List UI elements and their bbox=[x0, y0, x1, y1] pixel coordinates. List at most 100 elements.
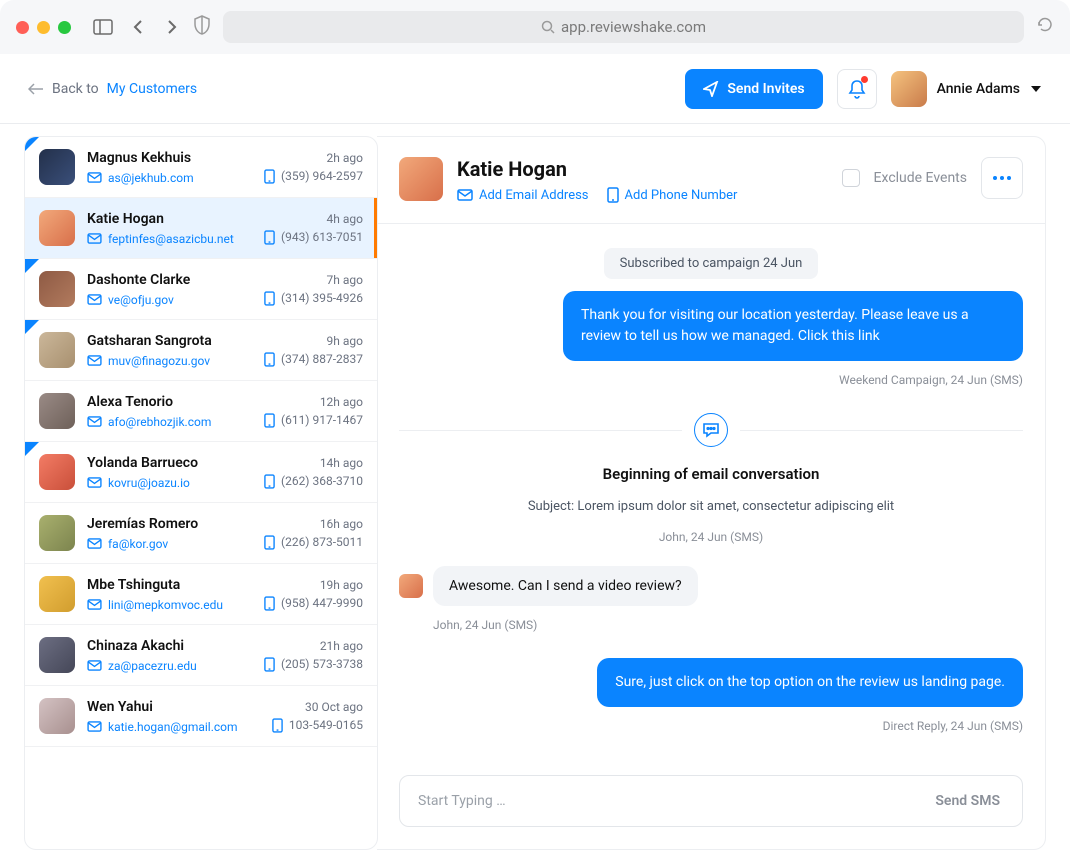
customer-name: Wen Yahui bbox=[87, 698, 260, 716]
customer-list-item[interactable]: Alexa Tenorioafo@rebhozjik.com12h ago(61… bbox=[25, 381, 377, 442]
customer-phone: (205) 573-3738 bbox=[264, 657, 363, 672]
customer-list-item[interactable]: Gatsharan Sangrota muv@finagozu.gov 9h ago… bbox=[25, 320, 377, 381]
add-phone-link[interactable]: Add Phone Number bbox=[607, 187, 738, 203]
customer-avatar bbox=[39, 393, 75, 429]
customer-phone: (314) 395-4926 bbox=[264, 291, 363, 306]
reload-icon[interactable] bbox=[1036, 16, 1054, 38]
minimize-window[interactable] bbox=[37, 21, 50, 34]
send-invites-button[interactable]: Send Invites bbox=[685, 69, 822, 109]
customer-time: 9h ago bbox=[327, 334, 363, 348]
conversation-subject: Subject: Lorem ipsum dolor sit amet, con… bbox=[399, 499, 1023, 514]
customer-email: feptinfes@asazicbu.net bbox=[87, 232, 252, 246]
customer-avatar bbox=[39, 149, 75, 185]
back-link[interactable]: My Customers bbox=[107, 81, 197, 97]
mail-icon bbox=[87, 721, 102, 732]
back-icon[interactable] bbox=[133, 19, 145, 35]
customer-time: 2h ago bbox=[327, 151, 363, 165]
customer-name: Mbe Tshinguta bbox=[87, 576, 252, 594]
customer-name: Katie Hogan bbox=[87, 210, 252, 228]
mail-icon bbox=[87, 172, 102, 183]
browser-chrome: app.reviewshake.com bbox=[0, 0, 1070, 54]
user-menu[interactable]: Annie Adams bbox=[891, 71, 1042, 107]
customer-phone: (262) 368-3710 bbox=[264, 474, 363, 489]
customer-list-item[interactable]: Dashonte Clarke ve@ofju.gov 7h ago (314) 39… bbox=[25, 259, 377, 320]
customer-name: Dashonte Clarke bbox=[87, 271, 252, 289]
shield-icon[interactable] bbox=[193, 15, 211, 39]
customer-time: 30 Oct ago bbox=[305, 700, 363, 714]
phone-icon bbox=[264, 291, 275, 306]
notifications-button[interactable] bbox=[837, 69, 877, 109]
mail-icon bbox=[87, 233, 102, 244]
conversation-start-title: Beginning of email conversation bbox=[399, 465, 1023, 483]
customer-email: kovru@joazu.io bbox=[87, 476, 252, 490]
customer-email: as@jekhub.com bbox=[87, 171, 252, 185]
customer-list: Magnus Kekhuis as@jekhub.com 2h ago (359) 9… bbox=[24, 136, 378, 850]
phone-icon bbox=[264, 596, 275, 611]
customer-time: 12h ago bbox=[320, 395, 363, 409]
customer-list-item[interactable]: Yolanda Barrueco kovru@joazu.io 14h ago (26… bbox=[25, 442, 377, 503]
conversation-avatar bbox=[399, 157, 443, 201]
mail-icon bbox=[87, 416, 102, 427]
send-sms-button[interactable]: Send SMS bbox=[919, 781, 1016, 821]
phone-icon bbox=[264, 657, 275, 672]
customer-list-item[interactable]: Katie Hogan feptinfes@asazicbu.net 4h ago (… bbox=[25, 198, 377, 259]
url-text: app.reviewshake.com bbox=[561, 18, 706, 36]
phone-icon bbox=[264, 230, 275, 245]
sidebar-toggle-icon[interactable] bbox=[93, 19, 113, 35]
user-name: Annie Adams bbox=[937, 81, 1020, 97]
customer-phone: (611) 917-1467 bbox=[264, 413, 363, 428]
customer-time: 19h ago bbox=[320, 578, 363, 592]
mail-icon bbox=[87, 660, 102, 671]
breadcrumb[interactable]: Back to My Customers bbox=[28, 81, 197, 97]
chat-icon bbox=[694, 413, 728, 447]
customer-phone: (943) 613-7051 bbox=[264, 230, 363, 245]
customer-phone: (359) 964-2597 bbox=[264, 169, 363, 184]
customer-time: 21h ago bbox=[320, 639, 363, 653]
customer-email: muv@finagozu.gov bbox=[87, 354, 252, 368]
customer-avatar bbox=[39, 576, 75, 612]
customer-avatar bbox=[39, 271, 75, 307]
window-controls bbox=[16, 21, 71, 34]
maximize-window[interactable] bbox=[58, 21, 71, 34]
customer-avatar bbox=[39, 637, 75, 673]
customer-email: ve@ofju.gov bbox=[87, 293, 252, 307]
customer-time: 4h ago bbox=[327, 212, 363, 226]
message-list: Subscribed to campaign 24 Jun Thank you … bbox=[377, 224, 1045, 759]
customer-name: Yolanda Barrueco bbox=[87, 454, 252, 472]
mail-icon bbox=[87, 538, 102, 549]
customer-name: Chinaza Akachi bbox=[87, 637, 252, 655]
mail-icon bbox=[87, 477, 102, 488]
add-email-link[interactable]: Add Email Address bbox=[457, 187, 589, 203]
customer-list-item[interactable]: Jeremías Romerofa@kor.gov16h ago(226) 87… bbox=[25, 503, 377, 564]
customer-avatar bbox=[39, 698, 75, 734]
customer-email: lini@mepkomvoc.edu bbox=[87, 598, 252, 612]
customer-email: fa@kor.gov bbox=[87, 537, 252, 551]
customer-list-item[interactable]: Wen Yahuikatie.hogan@gmail.com30 Oct ago… bbox=[25, 686, 377, 747]
customer-time: 16h ago bbox=[320, 517, 363, 531]
customer-list-item[interactable]: Magnus Kekhuis as@jekhub.com 2h ago (359) 9… bbox=[25, 137, 377, 198]
notification-badge bbox=[861, 76, 868, 83]
incoming-message: Awesome. Can I send a video review? bbox=[433, 566, 698, 606]
forward-icon[interactable] bbox=[165, 19, 177, 35]
customer-time: 14h ago bbox=[320, 456, 363, 470]
conversation-start-meta: John, 24 Jun (SMS) bbox=[399, 530, 1023, 544]
exclude-events-checkbox[interactable] bbox=[842, 169, 860, 187]
customer-avatar bbox=[39, 210, 75, 246]
customer-list-item[interactable]: Chinaza Akachi za@pacezru.edu 21h ago (205)… bbox=[25, 625, 377, 686]
system-event-pill: Subscribed to campaign 24 Jun bbox=[604, 248, 819, 279]
customer-list-item[interactable]: Mbe Tshingutalini@mepkomvoc.edu19h ago(9… bbox=[25, 564, 377, 625]
customer-name: Gatsharan Sangrota bbox=[87, 332, 252, 350]
phone-icon bbox=[264, 413, 275, 428]
customer-name: Alexa Tenorio bbox=[87, 393, 252, 411]
customer-time: 7h ago bbox=[327, 273, 363, 287]
customer-email: za@pacezru.edu bbox=[87, 659, 252, 673]
mail-icon bbox=[87, 294, 102, 305]
close-window[interactable] bbox=[16, 21, 29, 34]
customer-name: Magnus Kekhuis bbox=[87, 149, 252, 167]
phone-icon bbox=[264, 535, 275, 550]
url-bar[interactable]: app.reviewshake.com bbox=[223, 11, 1024, 43]
more-options-button[interactable] bbox=[981, 157, 1023, 199]
compose-input[interactable] bbox=[418, 793, 919, 809]
mail-icon bbox=[87, 599, 102, 610]
outgoing-message: Sure, just click on the top option on th… bbox=[597, 658, 1023, 707]
